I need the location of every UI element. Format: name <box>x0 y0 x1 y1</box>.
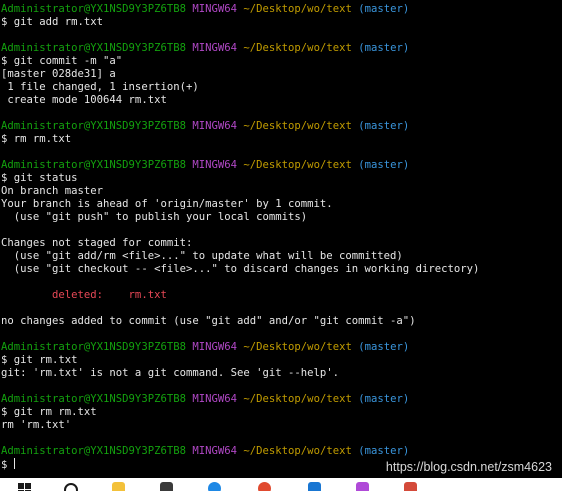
prompt-path: ~/Desktop/wo/text <box>243 42 352 54</box>
output-line: (use "git add/rm <file>..." to update wh… <box>1 250 403 262</box>
output-line: create mode 100644 rm.txt <box>1 94 167 106</box>
output-line: Your branch is ahead of 'origin/master' … <box>1 198 333 210</box>
command-line: $ git status <box>1 172 78 184</box>
prompt-host: MINGW64 <box>192 42 238 54</box>
deleted-file-line: deleted: rm.txt <box>1 289 167 301</box>
output-line: no changes added to commit (use "git add… <box>1 315 416 327</box>
prompt-host: MINGW64 <box>192 341 238 353</box>
prompt-line: Administrator@YX1NSD9Y3PZ6TB8 MINGW64 ~/… <box>1 393 409 406</box>
prompt-path: ~/Desktop/wo/text <box>243 159 352 171</box>
prompt-branch: (master) <box>358 341 410 353</box>
prompt-host: MINGW64 <box>192 159 238 171</box>
watermark-text: https://blog.csdn.net/zsm4623 <box>385 460 552 474</box>
prompt-line: Administrator@YX1NSD9Y3PZ6TB8 MINGW64 ~/… <box>1 120 409 133</box>
prompt-branch: (master) <box>358 393 410 405</box>
prompt-line: Administrator@YX1NSD9Y3PZ6TB8 MINGW64 ~/… <box>1 445 409 458</box>
prompt-user: Administrator@YX1NSD9Y3PZ6TB8 <box>1 3 186 15</box>
output-line: [master 028de31] a <box>1 68 116 80</box>
app-icon[interactable] <box>160 482 173 491</box>
prompt-line: Administrator@YX1NSD9Y3PZ6TB8 MINGW64 ~/… <box>1 42 409 55</box>
file-explorer-icon[interactable] <box>112 482 125 491</box>
prompt-branch: (master) <box>358 120 410 132</box>
prompt-line: Administrator@YX1NSD9Y3PZ6TB8 MINGW64 ~/… <box>1 159 409 172</box>
command-line: $ git commit -m "a" <box>1 55 123 67</box>
output-line: (use "git checkout -- <file>..." to disc… <box>1 263 480 275</box>
output-line: rm 'rm.txt' <box>1 419 72 431</box>
output-line: 1 file changed, 1 insertion(+) <box>1 81 199 93</box>
prompt-host: MINGW64 <box>192 120 238 132</box>
prompt-host: MINGW64 <box>192 3 238 15</box>
output-line: (use "git push" to publish your local co… <box>1 211 308 223</box>
command-input-line[interactable]: $ <box>1 458 15 471</box>
photoshop-icon[interactable] <box>356 482 369 491</box>
output-line: On branch master <box>1 185 104 197</box>
prompt-user: Administrator@YX1NSD9Y3PZ6TB8 <box>1 120 186 132</box>
command-line: $ rm rm.txt <box>1 133 72 145</box>
windows-start-icon[interactable] <box>18 483 32 491</box>
vscode-icon[interactable] <box>308 482 321 491</box>
search-icon[interactable] <box>64 483 78 491</box>
prompt-branch: (master) <box>358 159 410 171</box>
command-line: $ git add rm.txt <box>1 16 104 28</box>
prompt-user: Administrator@YX1NSD9Y3PZ6TB8 <box>1 445 186 457</box>
command-line: $ git rm.txt <box>1 354 78 366</box>
output-line: Changes not staged for commit: <box>1 237 193 249</box>
prompt-branch: (master) <box>358 3 410 15</box>
prompt-path: ~/Desktop/wo/text <box>243 341 352 353</box>
command-prompt: $ <box>1 459 14 471</box>
taskbar <box>0 478 562 491</box>
prompt-host: MINGW64 <box>192 393 238 405</box>
prompt-line: Administrator@YX1NSD9Y3PZ6TB8 MINGW64 ~/… <box>1 341 409 354</box>
prompt-path: ~/Desktop/wo/text <box>243 3 352 15</box>
prompt-host: MINGW64 <box>192 445 238 457</box>
prompt-path: ~/Desktop/wo/text <box>243 120 352 132</box>
prompt-user: Administrator@YX1NSD9Y3PZ6TB8 <box>1 341 186 353</box>
chrome-icon[interactable] <box>258 482 271 491</box>
terminal-window[interactable]: Administrator@YX1NSD9Y3PZ6TB8 MINGW64 ~/… <box>0 0 562 478</box>
browser-icon[interactable] <box>208 482 221 491</box>
text-cursor <box>13 458 15 469</box>
prompt-user: Administrator@YX1NSD9Y3PZ6TB8 <box>1 393 186 405</box>
app-icon-2[interactable] <box>404 482 417 491</box>
prompt-path: ~/Desktop/wo/text <box>243 445 352 457</box>
prompt-line: Administrator@YX1NSD9Y3PZ6TB8 MINGW64 ~/… <box>1 3 409 16</box>
prompt-branch: (master) <box>358 445 410 457</box>
command-line: $ git rm rm.txt <box>1 406 97 418</box>
prompt-branch: (master) <box>358 42 410 54</box>
prompt-user: Administrator@YX1NSD9Y3PZ6TB8 <box>1 159 186 171</box>
prompt-user: Administrator@YX1NSD9Y3PZ6TB8 <box>1 42 186 54</box>
output-line: git: 'rm.txt' is not a git command. See … <box>1 367 340 379</box>
prompt-path: ~/Desktop/wo/text <box>243 393 352 405</box>
